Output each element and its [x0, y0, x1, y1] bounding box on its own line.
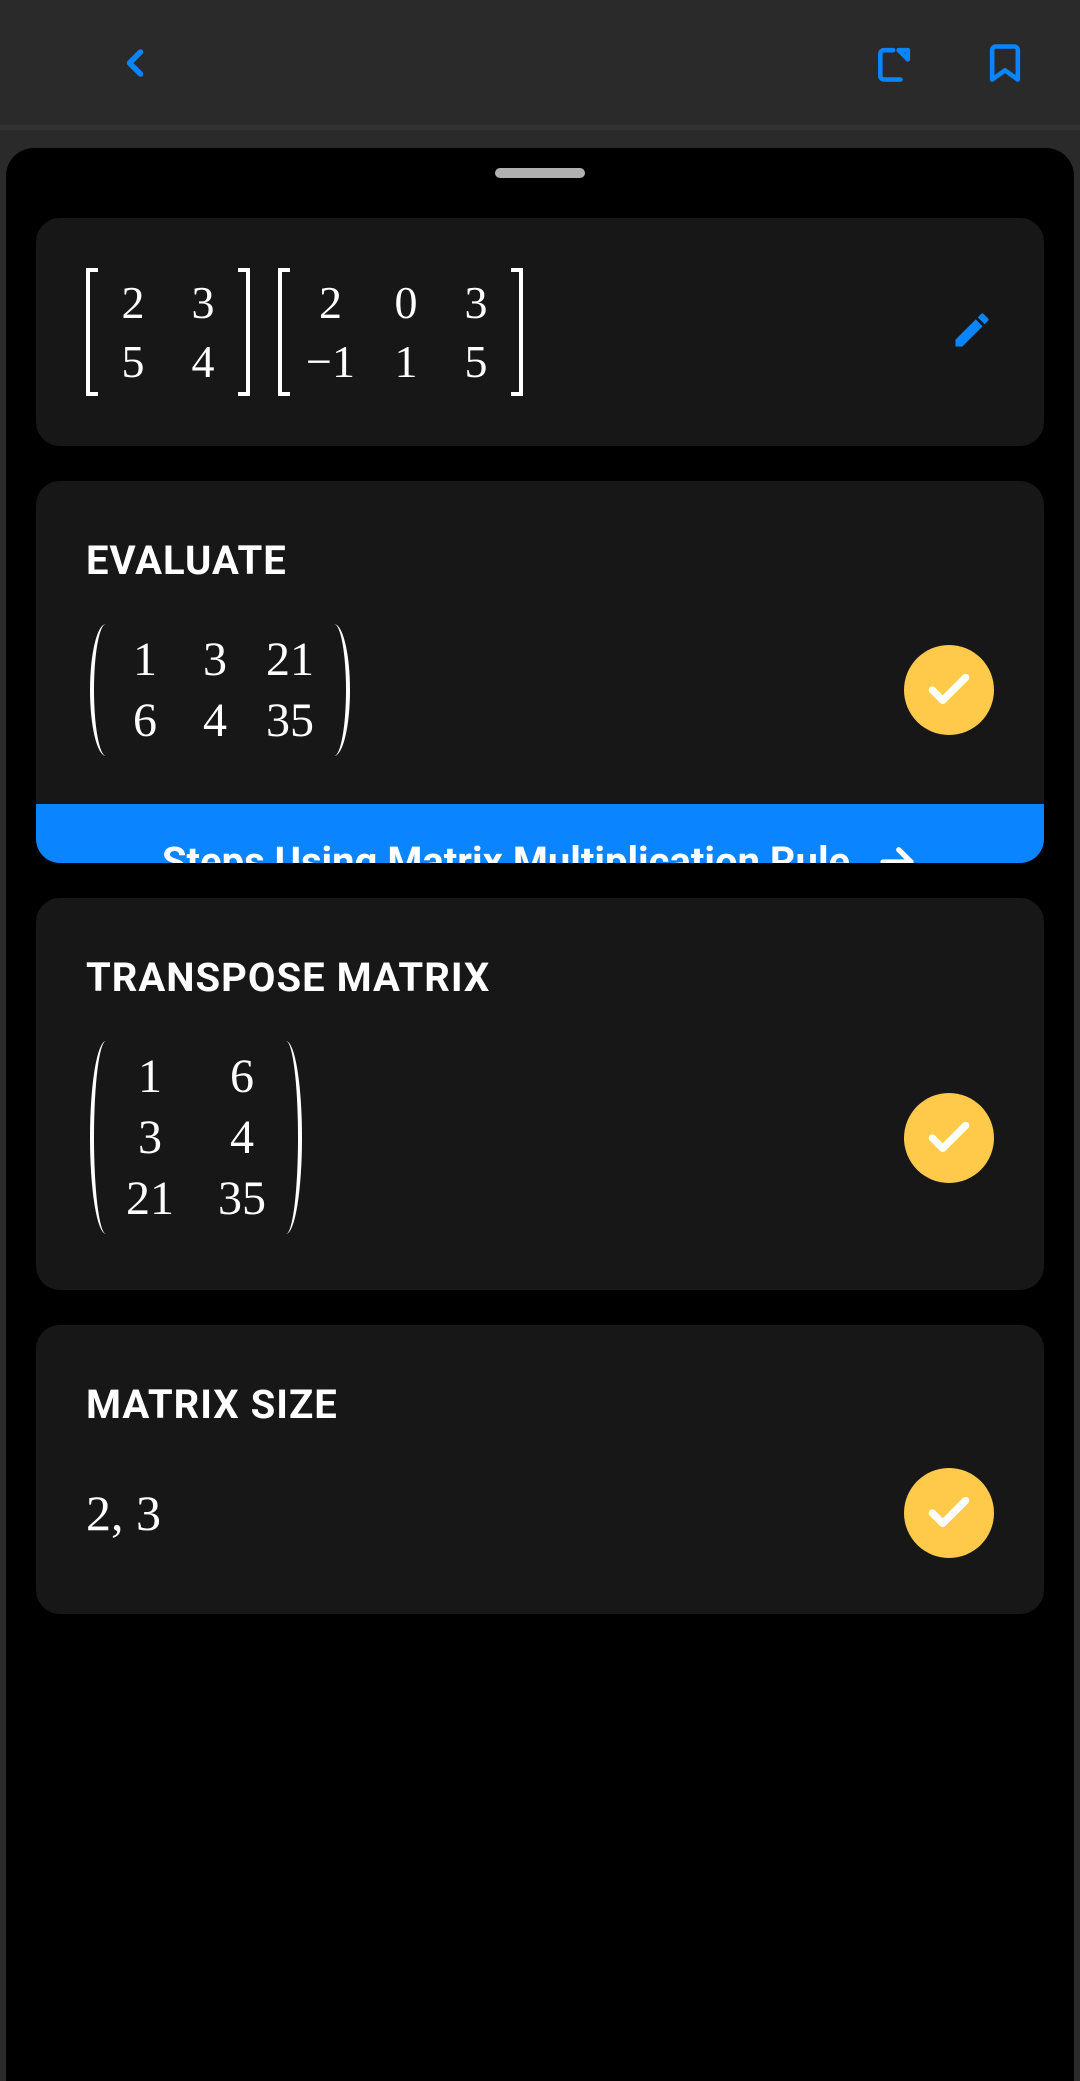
- matrix-cell: 1: [387, 335, 425, 388]
- check-icon: [924, 665, 974, 715]
- back-button[interactable]: [110, 38, 160, 88]
- check-icon: [924, 1488, 974, 1538]
- bottom-sheet: 2 3 5 4 2 0 3 −1 1 5: [6, 148, 1074, 2081]
- matrix-cell: 21: [126, 1171, 174, 1226]
- top-bar: [0, 0, 1080, 125]
- matrix-cell: 35: [266, 693, 314, 748]
- pencil-icon: [950, 308, 994, 352]
- matrix-cell: 3: [184, 276, 222, 329]
- matrix-cell: 0: [387, 276, 425, 329]
- matrix-cell: 1: [126, 632, 164, 687]
- matrix-cell: 3: [196, 632, 234, 687]
- steps-label: Steps Using Matrix Multiplication Rule: [162, 838, 850, 863]
- edit-expression-button[interactable]: [950, 308, 994, 356]
- share-button[interactable]: [870, 38, 920, 88]
- matrix-cell: 2: [306, 276, 355, 329]
- matrix-cell: 4: [218, 1110, 266, 1165]
- matrix-size-value: 2, 3: [86, 1485, 161, 1541]
- matrix-cell: 6: [126, 693, 164, 748]
- matrix-cell: 6: [218, 1049, 266, 1104]
- transpose-check-button[interactable]: [904, 1093, 994, 1183]
- matrix-cell: 1: [126, 1049, 174, 1104]
- input-matrices: 2 3 5 4 2 0 3 −1 1 5: [86, 268, 523, 396]
- check-icon: [924, 1113, 974, 1163]
- input-expression-card: 2 3 5 4 2 0 3 −1 1 5: [36, 218, 1044, 446]
- matrix-cell: 3: [457, 276, 495, 329]
- matrix-cell: 4: [196, 693, 234, 748]
- input-matrix-2: 2 0 3 −1 1 5: [278, 268, 523, 396]
- evaluate-check-button[interactable]: [904, 645, 994, 735]
- matrix-cell: 3: [126, 1110, 174, 1165]
- matrix-cell: 2: [114, 276, 152, 329]
- matrix-size-card: MATRIX SIZE 2, 3: [36, 1325, 1044, 1614]
- transpose-card: TRANSPOSE MATRIX 1 6 3 4 21 35: [36, 898, 1044, 1290]
- section-title: TRANSPOSE MATRIX: [86, 954, 994, 1001]
- matrix-cell: 35: [218, 1171, 266, 1226]
- steps-button[interactable]: Steps Using Matrix Multiplication Rule: [36, 804, 1044, 863]
- share-icon: [873, 41, 917, 85]
- input-matrix-1: 2 3 5 4: [86, 268, 250, 396]
- matrix-cell: 5: [114, 335, 152, 388]
- matrix-cell: 5: [457, 335, 495, 388]
- chevron-left-icon: [113, 41, 157, 85]
- section-title: MATRIX SIZE: [86, 1381, 994, 1428]
- bookmark-button[interactable]: [980, 38, 1030, 88]
- evaluate-result-matrix: 1 3 21 6 4 35: [86, 624, 354, 756]
- matrix-cell: 4: [184, 335, 222, 388]
- sheet-drag-handle[interactable]: [495, 168, 585, 178]
- section-title: EVALUATE: [86, 537, 994, 584]
- transpose-result-matrix: 1 6 3 4 21 35: [86, 1041, 306, 1234]
- arrow-right-icon: [876, 841, 918, 864]
- matrix-cell: 21: [266, 632, 314, 687]
- topbar-separator: [0, 125, 1080, 130]
- bookmark-icon: [983, 41, 1027, 85]
- matrix-size-check-button[interactable]: [904, 1468, 994, 1558]
- matrix-cell: −1: [306, 335, 355, 388]
- evaluate-card: EVALUATE 1 3 21 6 4 35: [36, 481, 1044, 863]
